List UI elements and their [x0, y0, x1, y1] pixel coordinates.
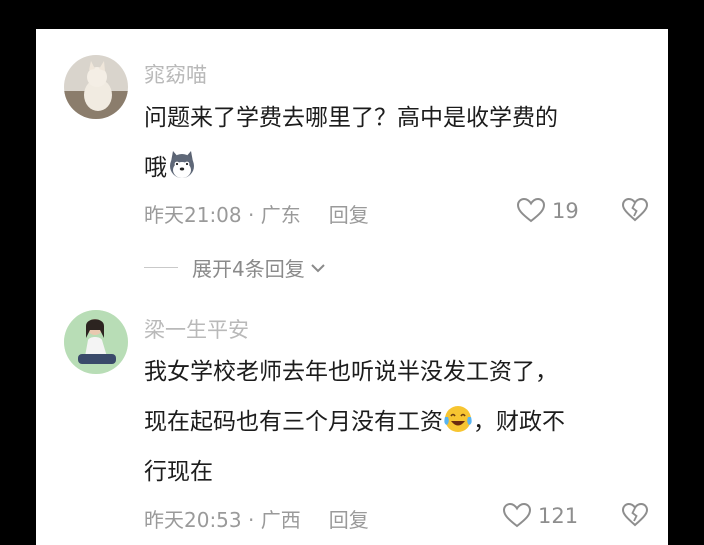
comment-text-line: 哦: [144, 143, 654, 193]
username[interactable]: 窕窈喵: [144, 59, 207, 89]
broken-heart-icon: [621, 502, 649, 527]
avatar[interactable]: [64, 55, 128, 119]
laughing-tears-icon: [443, 402, 473, 432]
comment-text: 问题来了学费去哪里了？高中是收学费的 哦: [144, 93, 654, 193]
comment-text-fragment: 哦: [144, 155, 167, 181]
expand-replies-label: 展开4条回复: [192, 257, 305, 281]
broken-heart-icon: [621, 197, 649, 222]
comment-text-line: 现在起码也有三个月没有工资 ，财政不: [144, 397, 654, 447]
husky-dog-icon: [167, 148, 197, 178]
reply-button[interactable]: 回复: [329, 508, 369, 532]
timestamp: 昨天21:08: [144, 203, 242, 227]
heart-icon: [516, 197, 546, 223]
comment-text-fragment: 现在起码也有三个月没有工资: [144, 409, 443, 435]
comment-meta: 昨天20:53 · 广西 回复: [144, 504, 369, 533]
chevron-down-icon: [311, 263, 325, 272]
meta-separator: ·: [241, 508, 261, 532]
location: 广西: [260, 508, 301, 532]
like-count: 121: [538, 503, 579, 528]
comment-text-line: 行现在: [144, 459, 213, 485]
like-button[interactable]: 19: [516, 197, 579, 224]
location: 广东: [260, 203, 301, 227]
meta-separator: ·: [241, 203, 261, 227]
dislike-button[interactable]: [621, 197, 649, 227]
like-button[interactable]: 121: [502, 502, 578, 529]
comment-meta: 昨天21:08 · 广东 回复: [144, 199, 369, 228]
like-count: 19: [552, 198, 579, 223]
heart-icon: [502, 502, 532, 528]
username[interactable]: 梁一生平安: [144, 314, 249, 344]
comment-text-fragment: ，财政不: [473, 409, 565, 435]
comment-text-line: 问题来了学费去哪里了？高中是收学费的: [144, 105, 558, 131]
reply-button[interactable]: 回复: [329, 203, 369, 227]
divider-line: [144, 267, 178, 268]
dislike-button[interactable]: [621, 502, 649, 532]
avatar[interactable]: [64, 310, 128, 374]
comments-panel: 窕窈喵 问题来了学费去哪里了？高中是收学费的 哦 昨天21:08 · 广东回复: [36, 29, 668, 545]
timestamp: 昨天20:53: [144, 508, 242, 532]
comment-text: 我女学校老师去年也听说半没发工资了， 现在起码也有三个月没有工资 ，财政不 行现…: [144, 347, 654, 497]
comment-text-line: 我女学校老师去年也听说半没发工资了，: [144, 359, 558, 385]
expand-replies[interactable]: 展开4条回复: [144, 253, 327, 282]
